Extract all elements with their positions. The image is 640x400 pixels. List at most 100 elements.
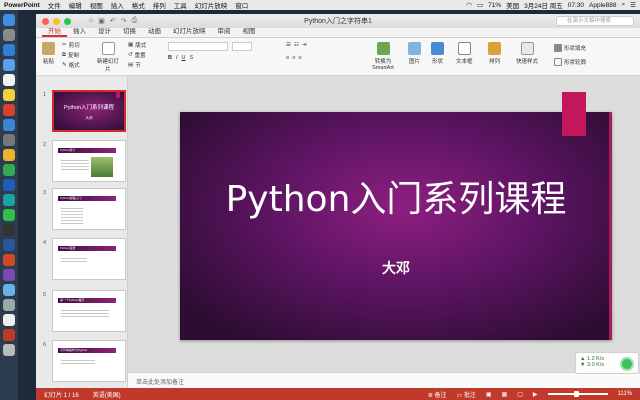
arrange-button[interactable]: 排列 (488, 42, 501, 65)
align-left-icon[interactable]: ≡ (286, 55, 289, 61)
mail-icon[interactable] (3, 59, 15, 71)
app-gray-icon[interactable] (3, 299, 15, 311)
wechat-icon[interactable] (3, 209, 15, 221)
menu-window[interactable]: 窗口 (235, 0, 248, 10)
tab-insert[interactable]: 插入 (67, 27, 92, 37)
tab-design[interactable]: 设计 (92, 27, 117, 37)
finder-icon[interactable] (3, 14, 15, 26)
current-slide[interactable]: Python入门系列课程 大邓 (180, 92, 612, 340)
slide-title[interactable]: Python入门系列课程 (180, 170, 612, 222)
undo-icon[interactable]: ↶ (110, 17, 116, 25)
powerpoint-icon[interactable] (3, 254, 15, 266)
app-purple-icon[interactable] (3, 269, 15, 281)
thumbnail-slide-4[interactable]: Python变量 (52, 238, 126, 280)
list-icon[interactable]: ☰ (630, 1, 636, 9)
app-blue-icon[interactable] (3, 179, 15, 191)
format-painter-button[interactable]: ✎ 格式 (62, 61, 80, 69)
underline-button[interactable]: U (182, 55, 186, 61)
safari-icon[interactable] (3, 44, 15, 56)
thumbnail-slide-3[interactable]: Python编程入门 (52, 188, 126, 230)
search-input[interactable]: 在演示文稿中搜索 (556, 16, 634, 26)
appstore-icon[interactable] (3, 119, 15, 131)
slideshow-view-icon[interactable]: ▶ (533, 391, 538, 398)
menu-tools[interactable]: 工具 (174, 0, 187, 10)
app-menu[interactable]: PowerPoint (4, 2, 40, 9)
app-teal-icon[interactable] (3, 194, 15, 206)
slide-subtitle[interactable]: 大邓 (180, 258, 612, 278)
copy-button[interactable]: ⧉ 复制 (62, 51, 79, 60)
normal-view-icon[interactable]: ▣ (486, 391, 492, 398)
app-red-icon[interactable] (3, 104, 15, 116)
notes-icon[interactable] (3, 89, 15, 101)
word-icon[interactable] (3, 239, 15, 251)
minimize-button[interactable] (53, 17, 60, 25)
wifi-icon[interactable]: ◠ (466, 1, 472, 9)
thumbnail-item[interactable]: 5 第一个Python程序 (36, 290, 127, 334)
tab-home[interactable]: 开始 (42, 27, 67, 37)
print-icon[interactable]: ⎙ (132, 17, 138, 25)
reading-view-icon[interactable]: ▢ (517, 391, 523, 398)
font-name-select[interactable] (168, 42, 228, 51)
shape-fill-button[interactable]: 形状填充 (554, 44, 586, 52)
home-icon[interactable]: ⌂ (89, 17, 93, 25)
input-source[interactable]: 美国 (506, 0, 519, 10)
thumbnail-item[interactable]: 4 Python变量 (36, 238, 127, 282)
tab-view[interactable]: 视图 (237, 27, 262, 37)
bullets-icon[interactable]: ☰ (286, 42, 291, 48)
settings-icon[interactable] (3, 134, 15, 146)
layout-button[interactable]: ▦ 版式 (128, 41, 146, 49)
zoom-level[interactable]: 111% (618, 391, 632, 397)
menu-arrange[interactable]: 排列 (153, 0, 166, 10)
calendar-icon[interactable] (3, 74, 15, 86)
language-indicator[interactable]: 英语(美国) (93, 390, 121, 399)
thumbnail-slide-6[interactable]: 字符串操作与Python (52, 340, 126, 382)
menu-slideshow[interactable]: 幻灯片放映 (195, 0, 228, 10)
launchpad-icon[interactable] (3, 29, 15, 41)
comments-button[interactable]: ▭ 批注 (457, 390, 476, 399)
trash-icon[interactable] (3, 344, 15, 356)
folder-icon[interactable] (3, 284, 15, 296)
reset-button[interactable]: ↺ 重置 (128, 51, 146, 59)
zoom-slider[interactable] (547, 391, 608, 397)
align-center-icon[interactable]: ≡ (292, 55, 295, 61)
tab-slideshow[interactable]: 幻灯片放映 (167, 27, 212, 37)
spotlight-icon[interactable]: ⌕ (622, 1, 626, 9)
bold-button[interactable]: B (168, 55, 172, 61)
thumbnail-item[interactable]: 3 Python编程入门 (36, 188, 127, 232)
sorter-view-icon[interactable]: ▦ (502, 391, 508, 398)
new-slide-button[interactable]: 新建幻灯片 (96, 42, 120, 73)
font-size-select[interactable] (232, 42, 252, 51)
app-white-icon[interactable] (3, 314, 15, 326)
picture-button[interactable]: 图片 (408, 42, 421, 65)
menubar-user[interactable]: Apple888 (589, 2, 616, 9)
app-green-icon[interactable] (3, 164, 15, 176)
tab-animations[interactable]: 动画 (142, 27, 167, 37)
textbox-button[interactable]: 文本框 (456, 42, 473, 65)
close-button[interactable] (42, 17, 49, 25)
chrome-icon[interactable] (3, 149, 15, 161)
thumbnail-slide-1[interactable]: Python入门系列课程 大邓 (52, 90, 126, 132)
menu-edit[interactable]: 编辑 (69, 0, 82, 10)
menu-insert[interactable]: 插入 (111, 0, 124, 10)
quick-styles-button[interactable]: 快速样式 (516, 42, 538, 65)
thumbnail-item[interactable]: 1 Python入门系列课程 大邓 (36, 90, 127, 134)
app-dark-icon[interactable] (3, 224, 15, 236)
thumbnail-slide-2[interactable]: Python简介 (52, 140, 126, 182)
thumbnail-item[interactable]: 2 Python简介 (36, 140, 127, 184)
zoom-button[interactable] (64, 17, 71, 25)
italic-button[interactable]: I (176, 55, 178, 61)
network-monitor-widget[interactable]: ▲ 1.2 K/s ▼ 3.0 K/s (575, 352, 639, 374)
numbering-icon[interactable]: ☷ (294, 42, 299, 48)
align-right-icon[interactable]: ≡ (298, 55, 301, 61)
thumbnail-item[interactable]: 6 字符串操作与Python (36, 340, 127, 384)
redo-icon[interactable]: ↷ (121, 17, 127, 25)
indent-icon[interactable]: ⇥ (302, 42, 307, 48)
cut-button[interactable]: ✂ 剪切 (62, 41, 80, 49)
paste-button[interactable]: 粘贴 (42, 42, 55, 65)
convert-smartart-button[interactable]: 转换为SmartArt (368, 42, 398, 71)
zoom-slider-thumb[interactable] (573, 391, 579, 397)
tab-transitions[interactable]: 切换 (117, 27, 142, 37)
thumbnail-slide-5[interactable]: 第一个Python程序 (52, 290, 126, 332)
strike-button[interactable]: S (190, 55, 194, 61)
notes-button[interactable]: ≣ 备注 (428, 390, 447, 399)
